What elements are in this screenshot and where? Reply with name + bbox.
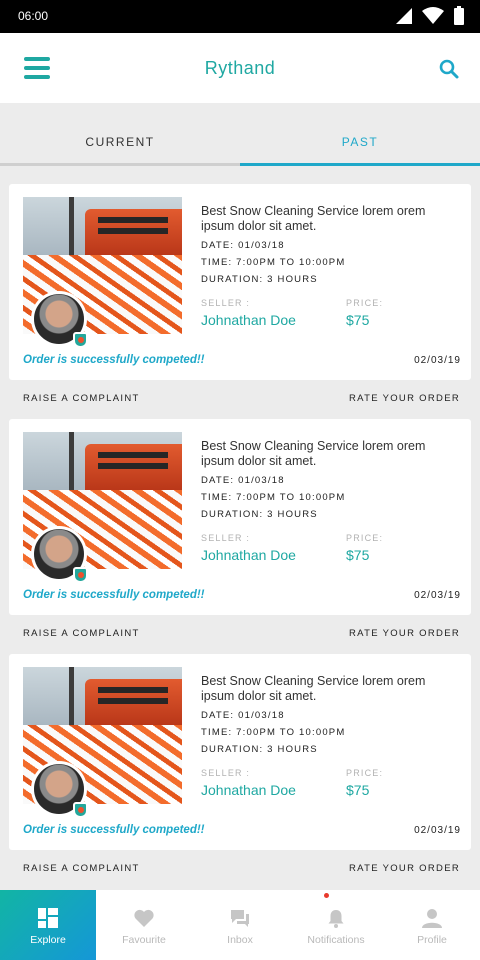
order-item: Best Snow Cleaning Service lorem orem ip…	[0, 654, 480, 889]
nav-notifications[interactable]: Notifications	[288, 890, 384, 960]
price-label: PRICE:	[346, 533, 384, 543]
order-status: Order is successfully competed!!	[23, 354, 205, 366]
signal-icon	[396, 7, 412, 24]
order-date: DATE: 01/03/18	[201, 710, 285, 721]
raise-complaint-button[interactable]: RAISE A COMPLAINT	[23, 863, 140, 874]
notification-dot	[324, 893, 329, 898]
service-title: Best Snow Cleaning Service lorem orem ip…	[201, 439, 426, 468]
user-icon	[422, 909, 442, 928]
status-time: 06:00	[18, 9, 49, 23]
price-value: $75	[346, 782, 370, 798]
app-title: Rythand	[204, 58, 276, 78]
seller-name[interactable]: Johnathan Doe	[201, 312, 296, 328]
nav-favourite[interactable]: Favourite	[96, 890, 192, 960]
order-status: Order is successfully competed!!	[23, 589, 205, 601]
raise-complaint-button[interactable]: RAISE A COMPLAINT	[23, 628, 140, 639]
bell-icon	[328, 910, 344, 928]
grid-icon	[38, 908, 58, 928]
order-time: TIME: 7:00PM TO 10:00PM	[201, 257, 346, 268]
service-title: Best Snow Cleaning Service lorem orem ip…	[201, 204, 426, 233]
order-status: Order is successfully competed!!	[23, 824, 205, 836]
wifi-icon	[422, 7, 444, 24]
nav-explore-label: Explore	[30, 934, 66, 946]
nav-favourite-label: Favourite	[122, 934, 166, 946]
verified-badge-icon	[73, 332, 88, 348]
tab-current[interactable]: CURRENT	[0, 120, 240, 166]
verified-badge-icon	[73, 567, 88, 583]
bottom-nav: Explore Favourite Inbox Notifications Pr…	[0, 890, 480, 960]
seller-label: SELLER :	[201, 768, 251, 778]
price-label: PRICE:	[346, 298, 384, 308]
order-duration: DURATION: 3 HOURS	[201, 509, 318, 520]
order-actions: RAISE A COMPLAINT RATE YOUR ORDER	[0, 850, 480, 889]
price-label: PRICE:	[346, 768, 384, 778]
order-card[interactable]: Best Snow Cleaning Service lorem orem ip…	[9, 419, 471, 615]
tab-bar: CURRENT PAST	[0, 120, 480, 166]
completed-date: 02/03/19	[414, 590, 461, 601]
tab-past[interactable]: PAST	[240, 120, 480, 166]
raise-complaint-button[interactable]: RAISE A COMPLAINT	[23, 393, 140, 404]
order-actions: RAISE A COMPLAINT RATE YOUR ORDER	[0, 380, 480, 419]
service-title: Best Snow Cleaning Service lorem orem ip…	[201, 674, 426, 703]
chat-icon	[231, 910, 249, 927]
order-item: Best Snow Cleaning Service lorem orem ip…	[0, 184, 480, 419]
order-actions: RAISE A COMPLAINT RATE YOUR ORDER	[0, 615, 480, 654]
order-card[interactable]: Best Snow Cleaning Service lorem orem ip…	[9, 184, 471, 380]
price-value: $75	[346, 547, 370, 563]
seller-label: SELLER :	[201, 533, 251, 543]
price-value: $75	[346, 312, 370, 328]
order-time: TIME: 7:00PM TO 10:00PM	[201, 492, 346, 503]
search-icon[interactable]	[438, 58, 460, 80]
status-bar: 06:00	[0, 0, 480, 33]
app-bar: Rythand	[0, 33, 480, 103]
order-duration: DURATION: 3 HOURS	[201, 274, 318, 285]
order-date: DATE: 01/03/18	[201, 475, 285, 486]
nav-explore[interactable]: Explore	[0, 890, 96, 960]
nav-notifications-label: Notifications	[307, 934, 365, 946]
seller-name[interactable]: Johnathan Doe	[201, 547, 296, 563]
battery-icon	[454, 6, 464, 25]
seller-name[interactable]: Johnathan Doe	[201, 782, 296, 798]
nav-inbox-label: Inbox	[227, 934, 253, 946]
order-duration: DURATION: 3 HOURS	[201, 744, 318, 755]
nav-profile[interactable]: Profile	[384, 890, 480, 960]
order-list: Best Snow Cleaning Service lorem orem ip…	[0, 184, 480, 889]
nav-inbox[interactable]: Inbox	[192, 890, 288, 960]
completed-date: 02/03/19	[414, 825, 461, 836]
order-time: TIME: 7:00PM TO 10:00PM	[201, 727, 346, 738]
nav-profile-label: Profile	[417, 934, 447, 946]
order-date: DATE: 01/03/18	[201, 240, 285, 251]
completed-date: 02/03/19	[414, 355, 461, 366]
rate-order-button[interactable]: RATE YOUR ORDER	[349, 863, 460, 874]
order-item: Best Snow Cleaning Service lorem orem ip…	[0, 419, 480, 654]
rate-order-button[interactable]: RATE YOUR ORDER	[349, 628, 460, 639]
seller-label: SELLER :	[201, 298, 251, 308]
status-icons	[396, 6, 464, 25]
verified-badge-icon	[73, 802, 88, 818]
heart-icon	[134, 909, 154, 927]
rate-order-button[interactable]: RATE YOUR ORDER	[349, 393, 460, 404]
order-card[interactable]: Best Snow Cleaning Service lorem orem ip…	[9, 654, 471, 850]
